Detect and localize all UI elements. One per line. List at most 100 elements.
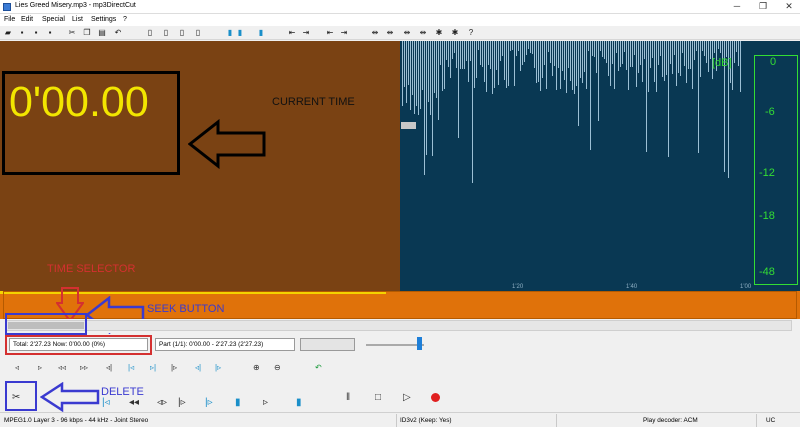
page-icon[interactable]: ▯ xyxy=(145,28,155,38)
next-marker-nav-icon[interactable]: |▹ xyxy=(215,363,221,373)
set-end-icon[interactable]: |▹ xyxy=(205,397,213,409)
seek-button-highlight-box xyxy=(5,313,87,335)
save-icon[interactable]: ▪ xyxy=(17,28,27,38)
play-icon[interactable]: ▷ xyxy=(403,392,411,404)
waveform-bar xyxy=(410,41,411,110)
minimize-button[interactable]: ─ xyxy=(724,0,750,14)
move-marker-icon[interactable]: ⇹ xyxy=(402,28,412,38)
waveform-bar xyxy=(530,41,531,53)
cue-play-icon[interactable]: ▹ xyxy=(263,397,268,409)
waveform-bar xyxy=(650,41,651,68)
marker-c-icon[interactable]: ▮ xyxy=(256,28,266,38)
next-part-icon[interactable]: ▹| xyxy=(150,363,156,373)
waveform-bar xyxy=(478,41,479,50)
play-start-icon[interactable]: |▹ xyxy=(178,397,186,409)
current-time-arrow-icon xyxy=(188,119,266,169)
end-marker-icon[interactable]: ⇥ xyxy=(339,28,349,38)
fast-forward-icon[interactable]: ▹▹ xyxy=(80,363,88,373)
cut-icon[interactable]: ✂ xyxy=(67,28,77,38)
delete-highlight-box xyxy=(5,381,37,411)
help-icon[interactable]: ? xyxy=(466,28,476,38)
page-view-icon[interactable]: ▯ xyxy=(177,28,187,38)
empty-field[interactable] xyxy=(300,338,355,351)
pause-icon[interactable]: ‖ xyxy=(346,392,350,404)
waveform-bar xyxy=(428,41,429,102)
waveform-bar xyxy=(690,41,691,69)
waveform-bar xyxy=(566,41,567,93)
maximize-button[interactable]: ❐ xyxy=(750,0,776,14)
menu-file[interactable]: File xyxy=(4,16,15,23)
delete-icon[interactable]: ✂ xyxy=(12,392,20,404)
cue-marker-icon[interactable]: ⇹ xyxy=(418,28,428,38)
stop-icon[interactable]: □ xyxy=(375,392,381,404)
zoom-out-icon[interactable]: ⊖ xyxy=(274,363,281,373)
fast-back-icon[interactable]: ◃◃ xyxy=(58,363,66,373)
page-alt-icon[interactable]: ▯ xyxy=(161,28,171,38)
app-icon xyxy=(3,3,11,11)
waveform-bar xyxy=(504,41,505,80)
menu-help[interactable]: ? xyxy=(123,16,127,23)
page-split-icon[interactable]: ▯ xyxy=(193,28,203,38)
waveform-bar xyxy=(554,41,555,66)
prev-marker-nav-icon[interactable]: ◃| xyxy=(195,363,201,373)
split-marker-icon[interactable]: ⇹ xyxy=(370,28,380,38)
waveform-bar xyxy=(706,41,707,63)
undo-green-icon[interactable]: ↶ xyxy=(315,363,322,373)
multi-marker-icon[interactable]: ✱ xyxy=(450,28,460,38)
waveform-bar xyxy=(574,41,575,94)
waveform-bar xyxy=(664,41,665,81)
part-field[interactable]: Part (1/1): 0'00.00 - 2'27.23 (2'27.23) xyxy=(155,338,295,351)
waveform-bar xyxy=(498,41,499,85)
cue-right-icon[interactable]: ▮ xyxy=(296,397,302,409)
menu-list[interactable]: List xyxy=(72,16,83,23)
waveform-bar xyxy=(440,41,441,65)
nav-right-icon[interactable]: ▹ xyxy=(38,363,42,373)
join-marker-icon[interactable]: ⇹ xyxy=(385,28,395,38)
cue-left-icon[interactable]: ▮ xyxy=(235,397,241,409)
zoom-in-icon[interactable]: ⊕ xyxy=(253,363,260,373)
undo-icon[interactable]: ↶ xyxy=(113,28,123,38)
save-selection-icon[interactable]: ▪ xyxy=(31,28,41,38)
prev-marker-icon[interactable]: ⇤ xyxy=(287,28,297,38)
rewind-icon[interactable]: ◂◂ xyxy=(129,397,139,409)
record-icon[interactable] xyxy=(431,393,440,402)
marker-a-icon[interactable]: ▮ xyxy=(225,28,235,38)
volume-slider-track[interactable] xyxy=(366,344,424,346)
waveform-bar xyxy=(648,41,649,92)
open-folder-icon[interactable]: ▰ xyxy=(3,28,13,38)
waveform-bar xyxy=(670,41,671,64)
menu-edit[interactable]: Edit xyxy=(21,16,33,23)
waveform-bar xyxy=(508,41,509,86)
window-title: Lies Greed Misery.mp3 - mp3DirectCut xyxy=(15,2,136,9)
total-now-field[interactable]: Total: 2'27.23 Now: 0'00.00 (0%) xyxy=(9,338,148,351)
play-part-icon[interactable]: ◃▹ xyxy=(157,397,167,409)
go-end-icon[interactable]: |▹ xyxy=(171,363,177,373)
seek-scrollbar[interactable] xyxy=(6,320,792,331)
go-start-icon[interactable]: ◃| xyxy=(106,363,112,373)
decoder-info: Play decoder: ACM xyxy=(643,417,698,424)
waveform-bar xyxy=(466,41,467,61)
current-time-display: 0'00.00 xyxy=(9,78,149,126)
star-marker-icon[interactable]: ✱ xyxy=(434,28,444,38)
close-button[interactable]: ✕ xyxy=(776,0,800,14)
copy-icon[interactable]: ❐ xyxy=(82,28,92,38)
db-scale-18: -18 xyxy=(759,210,775,222)
overview-bar[interactable]: SEEK BUTTON xyxy=(0,287,800,334)
title-bar: Lies Greed Misery.mp3 - mp3DirectCut ─ ❐… xyxy=(0,0,800,14)
menu-special[interactable]: Special xyxy=(42,16,65,23)
menu-settings[interactable]: Settings xyxy=(91,16,116,23)
paste-icon[interactable]: ▤ xyxy=(97,28,107,38)
nav-left-icon[interactable]: ◃ xyxy=(15,363,19,373)
volume-slider-thumb[interactable] xyxy=(417,337,422,350)
marker-b-icon[interactable]: ▮ xyxy=(235,28,245,38)
waveform-bar xyxy=(462,41,463,69)
waveform-panel[interactable]: [dB] 0 -6 -12 -18 -48 1'20 1'40 1'00 xyxy=(400,41,800,291)
save-split-icon[interactable]: ▪ xyxy=(45,28,55,38)
prev-part-icon[interactable]: |◃ xyxy=(128,363,134,373)
begin-marker-icon[interactable]: ⇤ xyxy=(325,28,335,38)
waveform-bar xyxy=(596,41,597,73)
set-start-icon[interactable]: |◃ xyxy=(102,397,110,409)
next-marker-icon[interactable]: ⇥ xyxy=(301,28,311,38)
waveform-bar xyxy=(500,41,501,61)
playhead-marker[interactable] xyxy=(401,122,416,129)
